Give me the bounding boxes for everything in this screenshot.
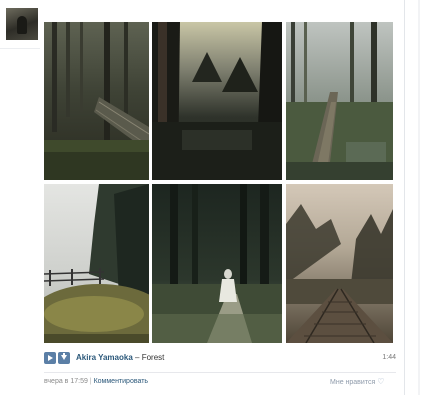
track-duration: 1:44 [382,354,396,361]
forest-boardwalk-photo[interactable] [286,22,393,180]
misty-railway-photo[interactable] [286,184,393,343]
track-title: Forest [141,353,165,362]
foggy-meadow-fence-photo[interactable] [44,184,149,343]
download-icon[interactable] [58,352,70,364]
forest-bridge-photo[interactable] [44,22,149,180]
like-label: Мне нравится [330,379,376,386]
ghost-girl-forest-photo[interactable] [152,184,282,343]
dark-forest-photo[interactable] [152,22,282,180]
play-icon[interactable] [44,352,56,364]
footer-divider [44,372,396,373]
divider [0,48,40,49]
comment-link[interactable]: Комментировать [94,378,149,385]
track-artist-link[interactable]: Akira Yamaoka [76,353,133,362]
track-separator: – [132,353,142,362]
avatar[interactable] [6,8,38,40]
like-button[interactable]: Мне нравится ♡ [330,377,384,388]
scrollbar-track[interactable] [418,0,420,395]
column-border [404,0,405,395]
post-time[interactable]: вчера в 17:59 [44,378,88,385]
post-meta: вчера в 17:59 | Комментировать [44,377,148,387]
heart-icon: ♡ [377,377,385,386]
audio-attachment: Akira Yamaoka – Forest 1:44 [44,351,396,367]
track-info: Akira Yamaoka – Forest [76,352,164,364]
